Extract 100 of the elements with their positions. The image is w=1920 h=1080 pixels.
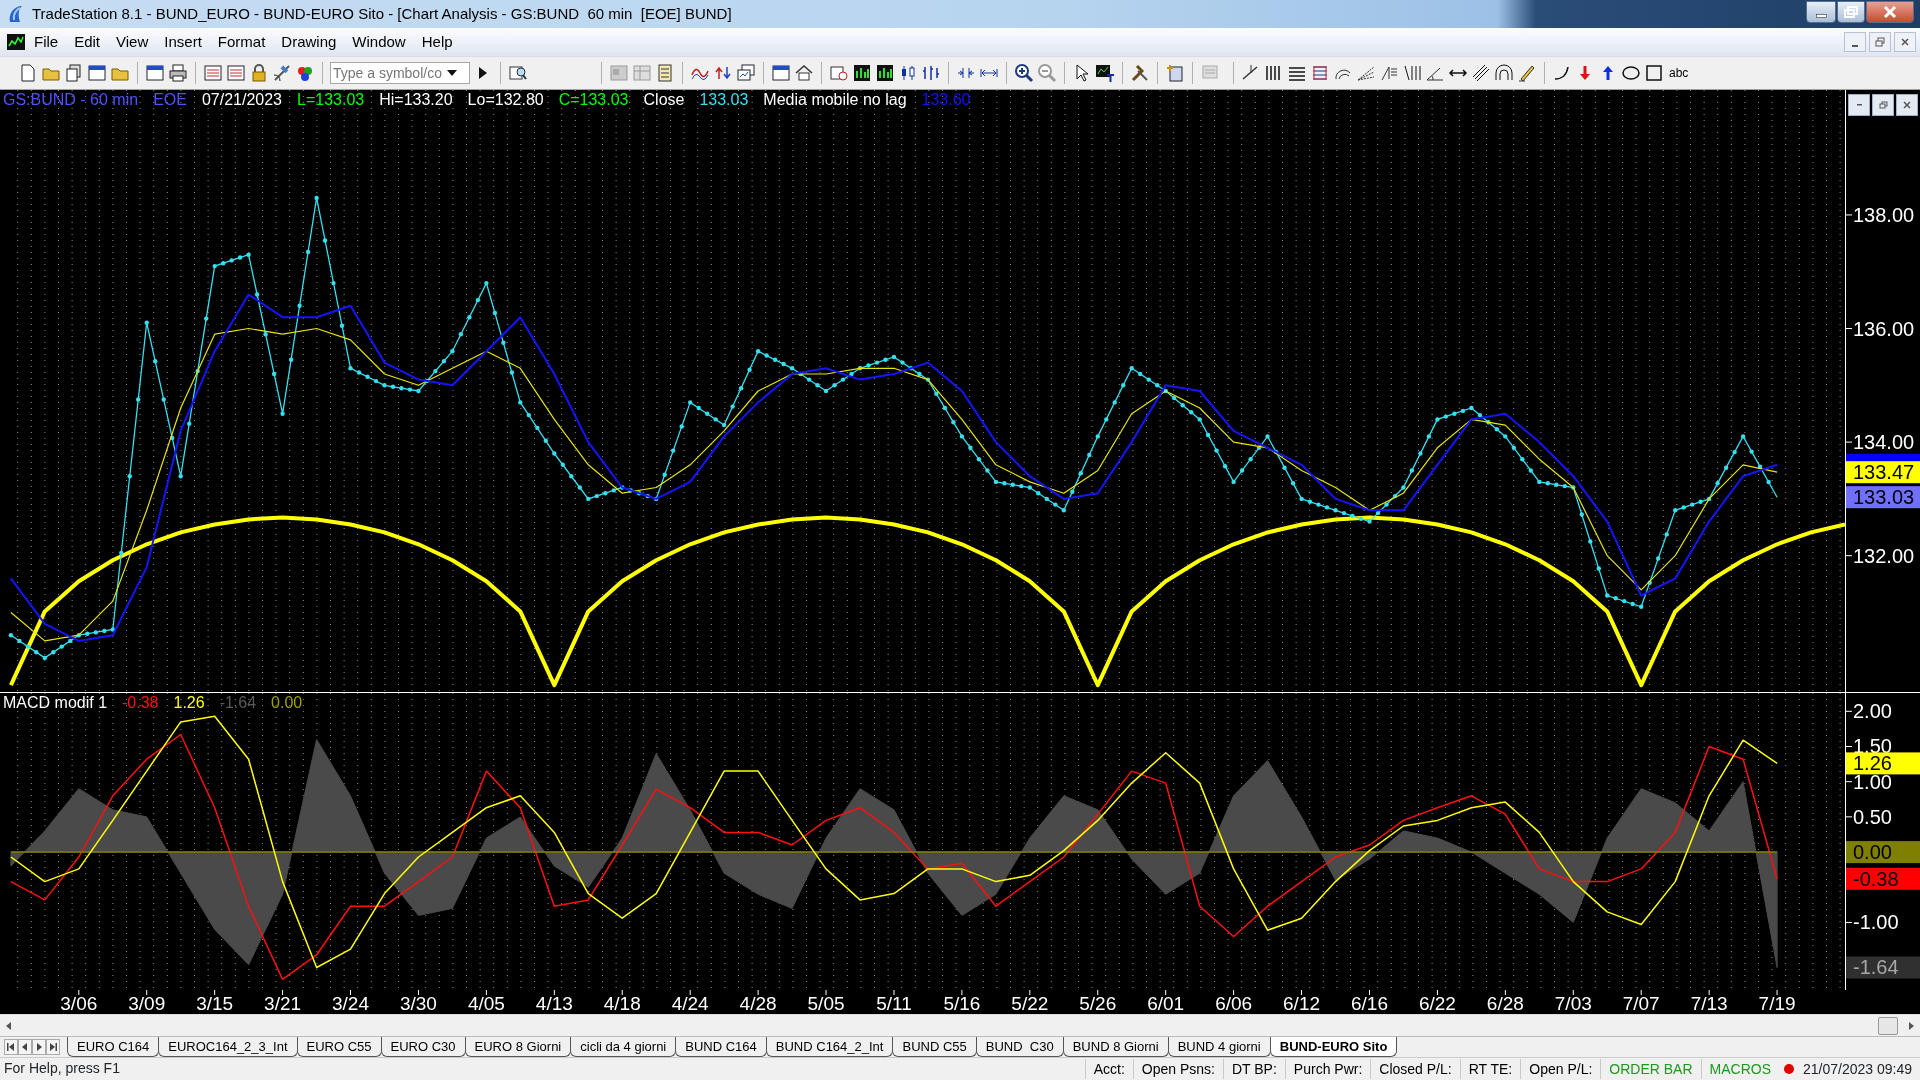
- bar-chart-icon[interactable]: [875, 63, 895, 83]
- left-arrow-icon: [5, 1020, 13, 1031]
- legend-value: Media mobile no lag: [763, 91, 907, 109]
- status-field: Open P/L:: [1520, 1058, 1601, 1079]
- window-icon[interactable]: [771, 63, 791, 83]
- axis-label: 0.50: [1853, 805, 1892, 828]
- menu-item[interactable]: Format: [209, 28, 274, 56]
- dropdown-arrow-icon[interactable]: [445, 68, 459, 78]
- close-button[interactable]: [1866, 1, 1914, 23]
- menu-item[interactable]: Drawing: [273, 28, 345, 56]
- magnifier-document-icon[interactable]: [508, 63, 528, 83]
- menu-item[interactable]: Help: [413, 28, 461, 56]
- axis-label: 4/28: [739, 993, 777, 1014]
- restore-button[interactable]: [1872, 94, 1894, 116]
- bar-chart-icon[interactable]: [852, 63, 872, 83]
- pages-icon[interactable]: [64, 63, 84, 83]
- chart-text-icon[interactable]: [1095, 63, 1115, 83]
- minimize-icon: [1852, 45, 1858, 47]
- symbol-combobox[interactable]: Type a symbol/co: [330, 62, 470, 84]
- close-icon: [1882, 5, 1898, 19]
- menu-item[interactable]: File: [26, 28, 67, 56]
- list-window-icon[interactable]: [226, 63, 246, 83]
- tick-bars-icon[interactable]: [921, 63, 941, 83]
- ellipse-icon[interactable]: [1621, 63, 1641, 83]
- previous-tab-button[interactable]: [18, 1039, 32, 1055]
- next-tab-button[interactable]: [32, 1039, 46, 1055]
- legend-value: C=133.03: [558, 91, 629, 109]
- menu-item[interactable]: Edit: [66, 28, 109, 56]
- legend-value: 133.60: [921, 91, 971, 109]
- restore-button[interactable]: [1837, 1, 1865, 23]
- left-arrow-icon: [21, 1043, 29, 1051]
- minimize-icon: [1815, 14, 1827, 18]
- text-tool-button[interactable]: abc: [1667, 64, 1691, 82]
- first-tab-button[interactable]: [4, 1039, 18, 1055]
- legend-value: -1.64: [219, 694, 257, 712]
- axis-label: 7/07: [1622, 993, 1660, 1014]
- retracement-icon[interactable]: [1310, 63, 1330, 83]
- pencil-icon[interactable]: [1517, 63, 1537, 83]
- value-label: 133.47: [1853, 461, 1915, 484]
- satellite-icon[interactable]: [272, 63, 292, 83]
- menu-item[interactable]: View: [108, 28, 157, 56]
- axis-label: 6/12: [1283, 993, 1321, 1014]
- close-button[interactable]: [1894, 32, 1916, 52]
- restore-button[interactable]: [1869, 32, 1891, 52]
- legend-value: Close: [643, 91, 685, 109]
- legend-value: L=133.03: [297, 91, 365, 109]
- sheet-tab[interactable]: BUND-EURO Sito: [1269, 1037, 1398, 1057]
- last-icon: [49, 1043, 57, 1051]
- axis-label: 6/01: [1147, 993, 1185, 1014]
- last-tab-button[interactable]: [46, 1039, 60, 1055]
- close-button[interactable]: [1896, 94, 1918, 116]
- list-window-icon[interactable]: [203, 63, 223, 83]
- axis-label: 132.00: [1853, 544, 1915, 567]
- lock-icon[interactable]: [249, 63, 269, 83]
- restore-icon: [1875, 37, 1885, 47]
- legend-value: GS:BUND - 60 min: [3, 91, 139, 109]
- status-field: Closed P/L:: [1370, 1058, 1460, 1079]
- sheet-tab[interactable]: EURO C164: [67, 1037, 160, 1057]
- axis-label: 136.00: [1853, 317, 1915, 340]
- status-field: Open Psns:: [1132, 1058, 1223, 1079]
- restore-icon: [1878, 100, 1888, 110]
- window-icon[interactable]: [145, 63, 165, 83]
- status-field: ORDER BAR: [1600, 1058, 1701, 1079]
- zoom-in-icon[interactable]: [1014, 63, 1034, 83]
- axis-label: 7/19: [1758, 993, 1796, 1014]
- insert-document-icon[interactable]: [1165, 63, 1185, 83]
- axis-label: 4/13: [535, 993, 573, 1014]
- legend-value: 0.00: [271, 694, 303, 712]
- house-icon[interactable]: [794, 63, 814, 83]
- minimize-button[interactable]: [1806, 1, 1836, 23]
- legend-value: 1.26: [173, 694, 205, 712]
- status-field: Purch Pwr:: [1284, 1058, 1371, 1079]
- axis-label: 5/11: [876, 993, 912, 1014]
- value-label: -1.64: [1853, 956, 1899, 979]
- arches-icon[interactable]: [1494, 63, 1514, 83]
- minimize-button[interactable]: [1844, 32, 1866, 52]
- calendar-clock-icon[interactable]: [829, 63, 849, 83]
- menu-item[interactable]: Insert: [156, 28, 210, 56]
- window-icon[interactable]: [87, 63, 107, 83]
- printer-icon[interactable]: [168, 63, 188, 83]
- axis-label: 3/21: [264, 993, 302, 1014]
- axis-label: 3/06: [60, 993, 98, 1014]
- new-document-icon[interactable]: [18, 63, 38, 83]
- menu-item[interactable]: Window: [344, 28, 414, 56]
- axis-label: 3/15: [196, 993, 234, 1014]
- chart-windows-icon[interactable]: [736, 63, 756, 83]
- calculator-icon[interactable]: [655, 63, 675, 83]
- axis-label: 134.00: [1853, 431, 1915, 454]
- status-field: RT TE:: [1459, 1058, 1521, 1079]
- hammer-icon[interactable]: [1130, 63, 1150, 83]
- legend-value: Lo=132.80: [467, 91, 544, 109]
- axis-label: 3/30: [399, 993, 437, 1014]
- axis-label: 6/06: [1215, 993, 1253, 1014]
- window-title: TradeStation 8.1 - BUND_EURO - BUND-EURO Sito - [Chart Analysis - GS:BUND 60 min [EOE] BUND]: [32, 3, 732, 24]
- channel-icon[interactable]: [1471, 63, 1491, 83]
- axis-label: -1.00: [1853, 911, 1899, 934]
- scrollbar-thumb[interactable]: [1878, 1016, 1898, 1035]
- cycle-lines-icon[interactable]: [1402, 63, 1422, 83]
- axis-label: 4/05: [467, 993, 505, 1014]
- rectangle-icon[interactable]: [1644, 63, 1664, 83]
